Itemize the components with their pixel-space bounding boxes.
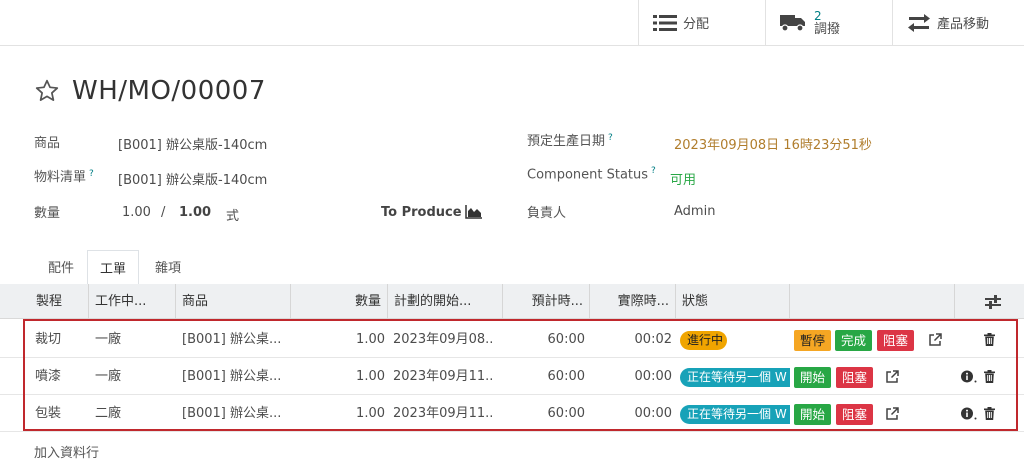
col-quantity[interactable]: 數量 xyxy=(291,284,388,319)
product-field[interactable]: [B001] 辦公桌版-140cm xyxy=(118,134,267,153)
table-row[interactable]: 裁切 一廠 [B001] 辦公桌... 1.00 2023年09月08... 6… xyxy=(0,321,1024,358)
row-operation: 包裝 xyxy=(35,406,62,421)
add-line-link[interactable]: 加入資料行 xyxy=(34,442,99,461)
column-settings-icon[interactable] xyxy=(985,295,1001,309)
scheduled-date-label: 預定生產日期 xyxy=(527,134,606,149)
row-expected-duration: 60:00 xyxy=(547,369,585,384)
row-real-duration: 00:02 xyxy=(634,332,672,347)
col-workcenter[interactable]: 工作中... xyxy=(89,284,176,319)
product-moves-label: 產品移動 xyxy=(937,17,990,32)
quantity-done-field[interactable]: 1.00 xyxy=(122,205,151,220)
open-record-icon[interactable] xyxy=(886,358,899,395)
bom-label: 物料清單 xyxy=(34,170,87,185)
notebook-tabs: 配件 工單 雜項 xyxy=(0,250,1024,289)
assign-label: 分配 xyxy=(683,17,710,32)
open-record-icon[interactable] xyxy=(929,321,942,358)
pause-button[interactable]: 暫停 xyxy=(794,330,832,351)
col-status[interactable]: 狀態 xyxy=(676,284,790,319)
row-real-duration: 00:00 xyxy=(634,406,672,421)
transfers-label: 調撥 xyxy=(814,21,841,37)
responsible-field[interactable]: Admin xyxy=(674,204,715,219)
row-operation: 裁切 xyxy=(35,332,62,347)
row-quantity: 1.00 xyxy=(356,369,385,384)
scheduled-date-label-wrap: 預定生產日期? xyxy=(527,130,613,149)
open-record-icon[interactable] xyxy=(886,395,899,432)
tab-components[interactable]: 配件 xyxy=(36,250,86,288)
col-planned-start[interactable]: 計劃的開始... xyxy=(388,284,503,319)
star-icon[interactable] xyxy=(34,78,60,104)
block-button[interactable]: 阻塞 xyxy=(836,367,874,388)
row-product: [B001] 辦公桌... xyxy=(182,369,282,384)
row-workcenter: 一廠 xyxy=(95,332,122,347)
row-planned-start: 2023年09月11... xyxy=(393,406,493,421)
col-settings[interactable] xyxy=(955,284,1024,319)
block-button[interactable]: 阻塞 xyxy=(877,330,915,351)
quantity-total-field[interactable]: 1.00 xyxy=(179,205,211,220)
col-actions xyxy=(790,284,955,319)
row-workcenter: 一廠 xyxy=(95,369,122,384)
row-planned-start: 2023年09月08... xyxy=(393,332,493,347)
bom-field[interactable]: [B001] 辦公桌版-140cm xyxy=(118,169,267,188)
record-title-row: WH/MO/00007 xyxy=(34,76,266,106)
table-row[interactable]: 包裝 二廠 [B001] 辦公桌... 1.00 2023年09月11... 6… xyxy=(0,395,1024,432)
row-operation: 噴漆 xyxy=(35,369,62,384)
status-badge: 進行中 xyxy=(680,331,727,350)
tab-misc[interactable]: 雜項 xyxy=(143,250,193,288)
row-expected-duration: 60:00 xyxy=(547,406,585,421)
quantity-uom: 式 xyxy=(226,209,240,224)
row-expected-duration: 60:00 xyxy=(547,332,585,347)
responsible-label: 負責人 xyxy=(527,206,567,221)
row-quantity: 1.00 xyxy=(356,406,385,421)
quantity-separator: / xyxy=(161,205,166,220)
component-status-value: 可用 xyxy=(670,173,697,188)
record-title: WH/MO/00007 xyxy=(72,76,266,106)
component-status-label: Component Status xyxy=(527,167,649,183)
table-row[interactable]: 噴漆 一廠 [B001] 辦公桌... 1.00 2023年09月11... 6… xyxy=(0,358,1024,395)
block-button[interactable]: 阻塞 xyxy=(836,404,874,425)
quantity-label: 數量 xyxy=(34,206,61,221)
row-quantity: 1.00 xyxy=(356,332,385,347)
scheduled-date-field[interactable]: 2023年09月08日 16時23分51秒 xyxy=(674,134,872,153)
area-chart-icon[interactable] xyxy=(465,205,483,219)
trash-icon[interactable] xyxy=(984,358,995,395)
assign-button[interactable]: 分配 xyxy=(638,0,765,45)
row-workcenter: 二廠 xyxy=(95,406,122,421)
col-real-duration[interactable]: 實際時... xyxy=(590,284,676,319)
bom-help-icon[interactable]: ? xyxy=(89,169,94,179)
done-button[interactable]: 完成 xyxy=(835,330,873,351)
component-status-help-icon[interactable]: ? xyxy=(651,166,656,176)
truck-icon xyxy=(780,14,805,32)
component-status-label-wrap: Component Status? xyxy=(527,166,656,182)
col-expected-duration[interactable]: 預計時... xyxy=(503,284,590,319)
scheduled-help-icon[interactable]: ? xyxy=(608,133,613,143)
bom-label-wrap: 物料清單? xyxy=(34,166,94,185)
row-real-duration: 00:00 xyxy=(634,369,672,384)
status-badge: 正在等待另一個 W xyxy=(680,405,790,424)
transfers-button[interactable]: 2 調撥 xyxy=(765,0,892,45)
status-badge: 正在等待另一個 W xyxy=(680,368,790,387)
trash-icon[interactable] xyxy=(984,321,995,358)
start-button[interactable]: 開始 xyxy=(794,367,832,388)
to-produce-label: To Produce xyxy=(381,205,462,220)
product-moves-button[interactable]: 產品移動 xyxy=(892,0,1024,45)
row-product: [B001] 辦公桌... xyxy=(182,406,282,421)
row-product: [B001] 辦公桌... xyxy=(182,332,282,347)
transfers-text: 2 調撥 xyxy=(814,9,841,37)
info-icon[interactable] xyxy=(961,358,977,395)
info-icon[interactable] xyxy=(961,395,977,432)
col-operation[interactable]: 製程 xyxy=(30,284,89,319)
product-label: 商品 xyxy=(34,136,61,151)
smart-button-bar: 分配 2 調撥 產品移動 xyxy=(0,0,1024,46)
table-header: 製程 工作中... 商品 數量 計劃的開始... 預計時... 實際時... 狀… xyxy=(0,284,1024,319)
row-planned-start: 2023年09月11... xyxy=(393,369,493,384)
start-button[interactable]: 開始 xyxy=(794,404,832,425)
list-icon xyxy=(653,14,677,31)
exchange-icon xyxy=(908,13,930,32)
col-product[interactable]: 商品 xyxy=(176,284,291,319)
trash-icon[interactable] xyxy=(984,395,995,432)
